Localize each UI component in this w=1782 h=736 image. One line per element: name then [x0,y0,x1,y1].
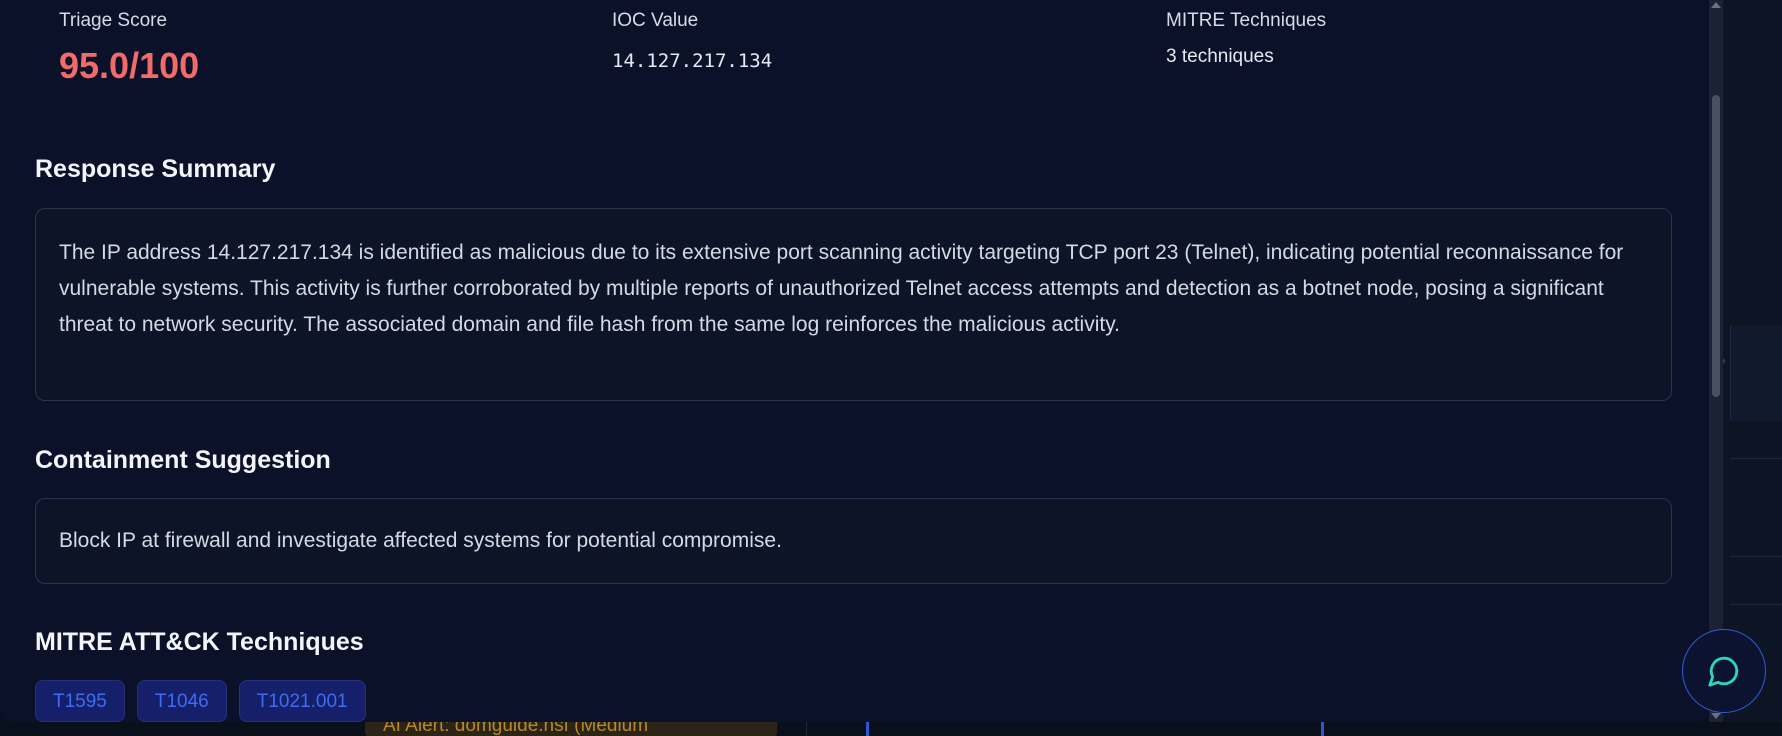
mitre-techniques-count: 3 techniques [1166,46,1274,67]
chat-bubble-icon [1708,656,1739,687]
mitre-tag-t1595[interactable]: T1595 [35,680,125,722]
response-summary-title: Response Summary [35,155,276,183]
background-divider [1730,604,1782,605]
triage-score-label: Triage Score [59,10,168,31]
mitre-attack-title: MITRE ATT&CK Techniques [35,628,364,656]
containment-suggestion-text: Block IP at firewall and investigate aff… [59,529,782,552]
chat-button[interactable] [1682,629,1766,713]
scroll-down-arrow-icon[interactable] [1711,713,1721,719]
background-divider [1730,556,1782,557]
mitre-tag-t1046[interactable]: T1046 [136,680,227,722]
triage-score-value: 95.0/100 [59,45,200,86]
background-marker [1321,720,1324,736]
alert-detail-modal: Triage Score 95.0/100 IOC Value 14.127.2… [0,0,1709,722]
ioc-value: 14.127.217.134 [612,50,773,72]
response-summary-text: The IP address 14.127.217.134 is identif… [59,241,1624,336]
response-summary-box: The IP address 14.127.217.134 is identif… [35,208,1672,401]
containment-suggestion-title: Containment Suggestion [35,446,331,474]
ioc-value-label: IOC Value [612,10,699,31]
containment-suggestion-box: Block IP at firewall and investigate aff… [35,498,1672,584]
modal-scrollbar-thumb[interactable] [1712,95,1720,397]
background-footer [0,722,1782,736]
background-divider [1730,458,1782,459]
background-card [1730,325,1782,421]
mitre-tag-t1021-001[interactable]: T1021.001 [238,680,366,722]
scroll-up-arrow-icon[interactable] [1711,2,1721,8]
background-marker [866,720,869,736]
mitre-technique-tags: T1595 T1046 T1021.001 [35,680,366,722]
mitre-techniques-label: MITRE Techniques [1166,10,1327,31]
